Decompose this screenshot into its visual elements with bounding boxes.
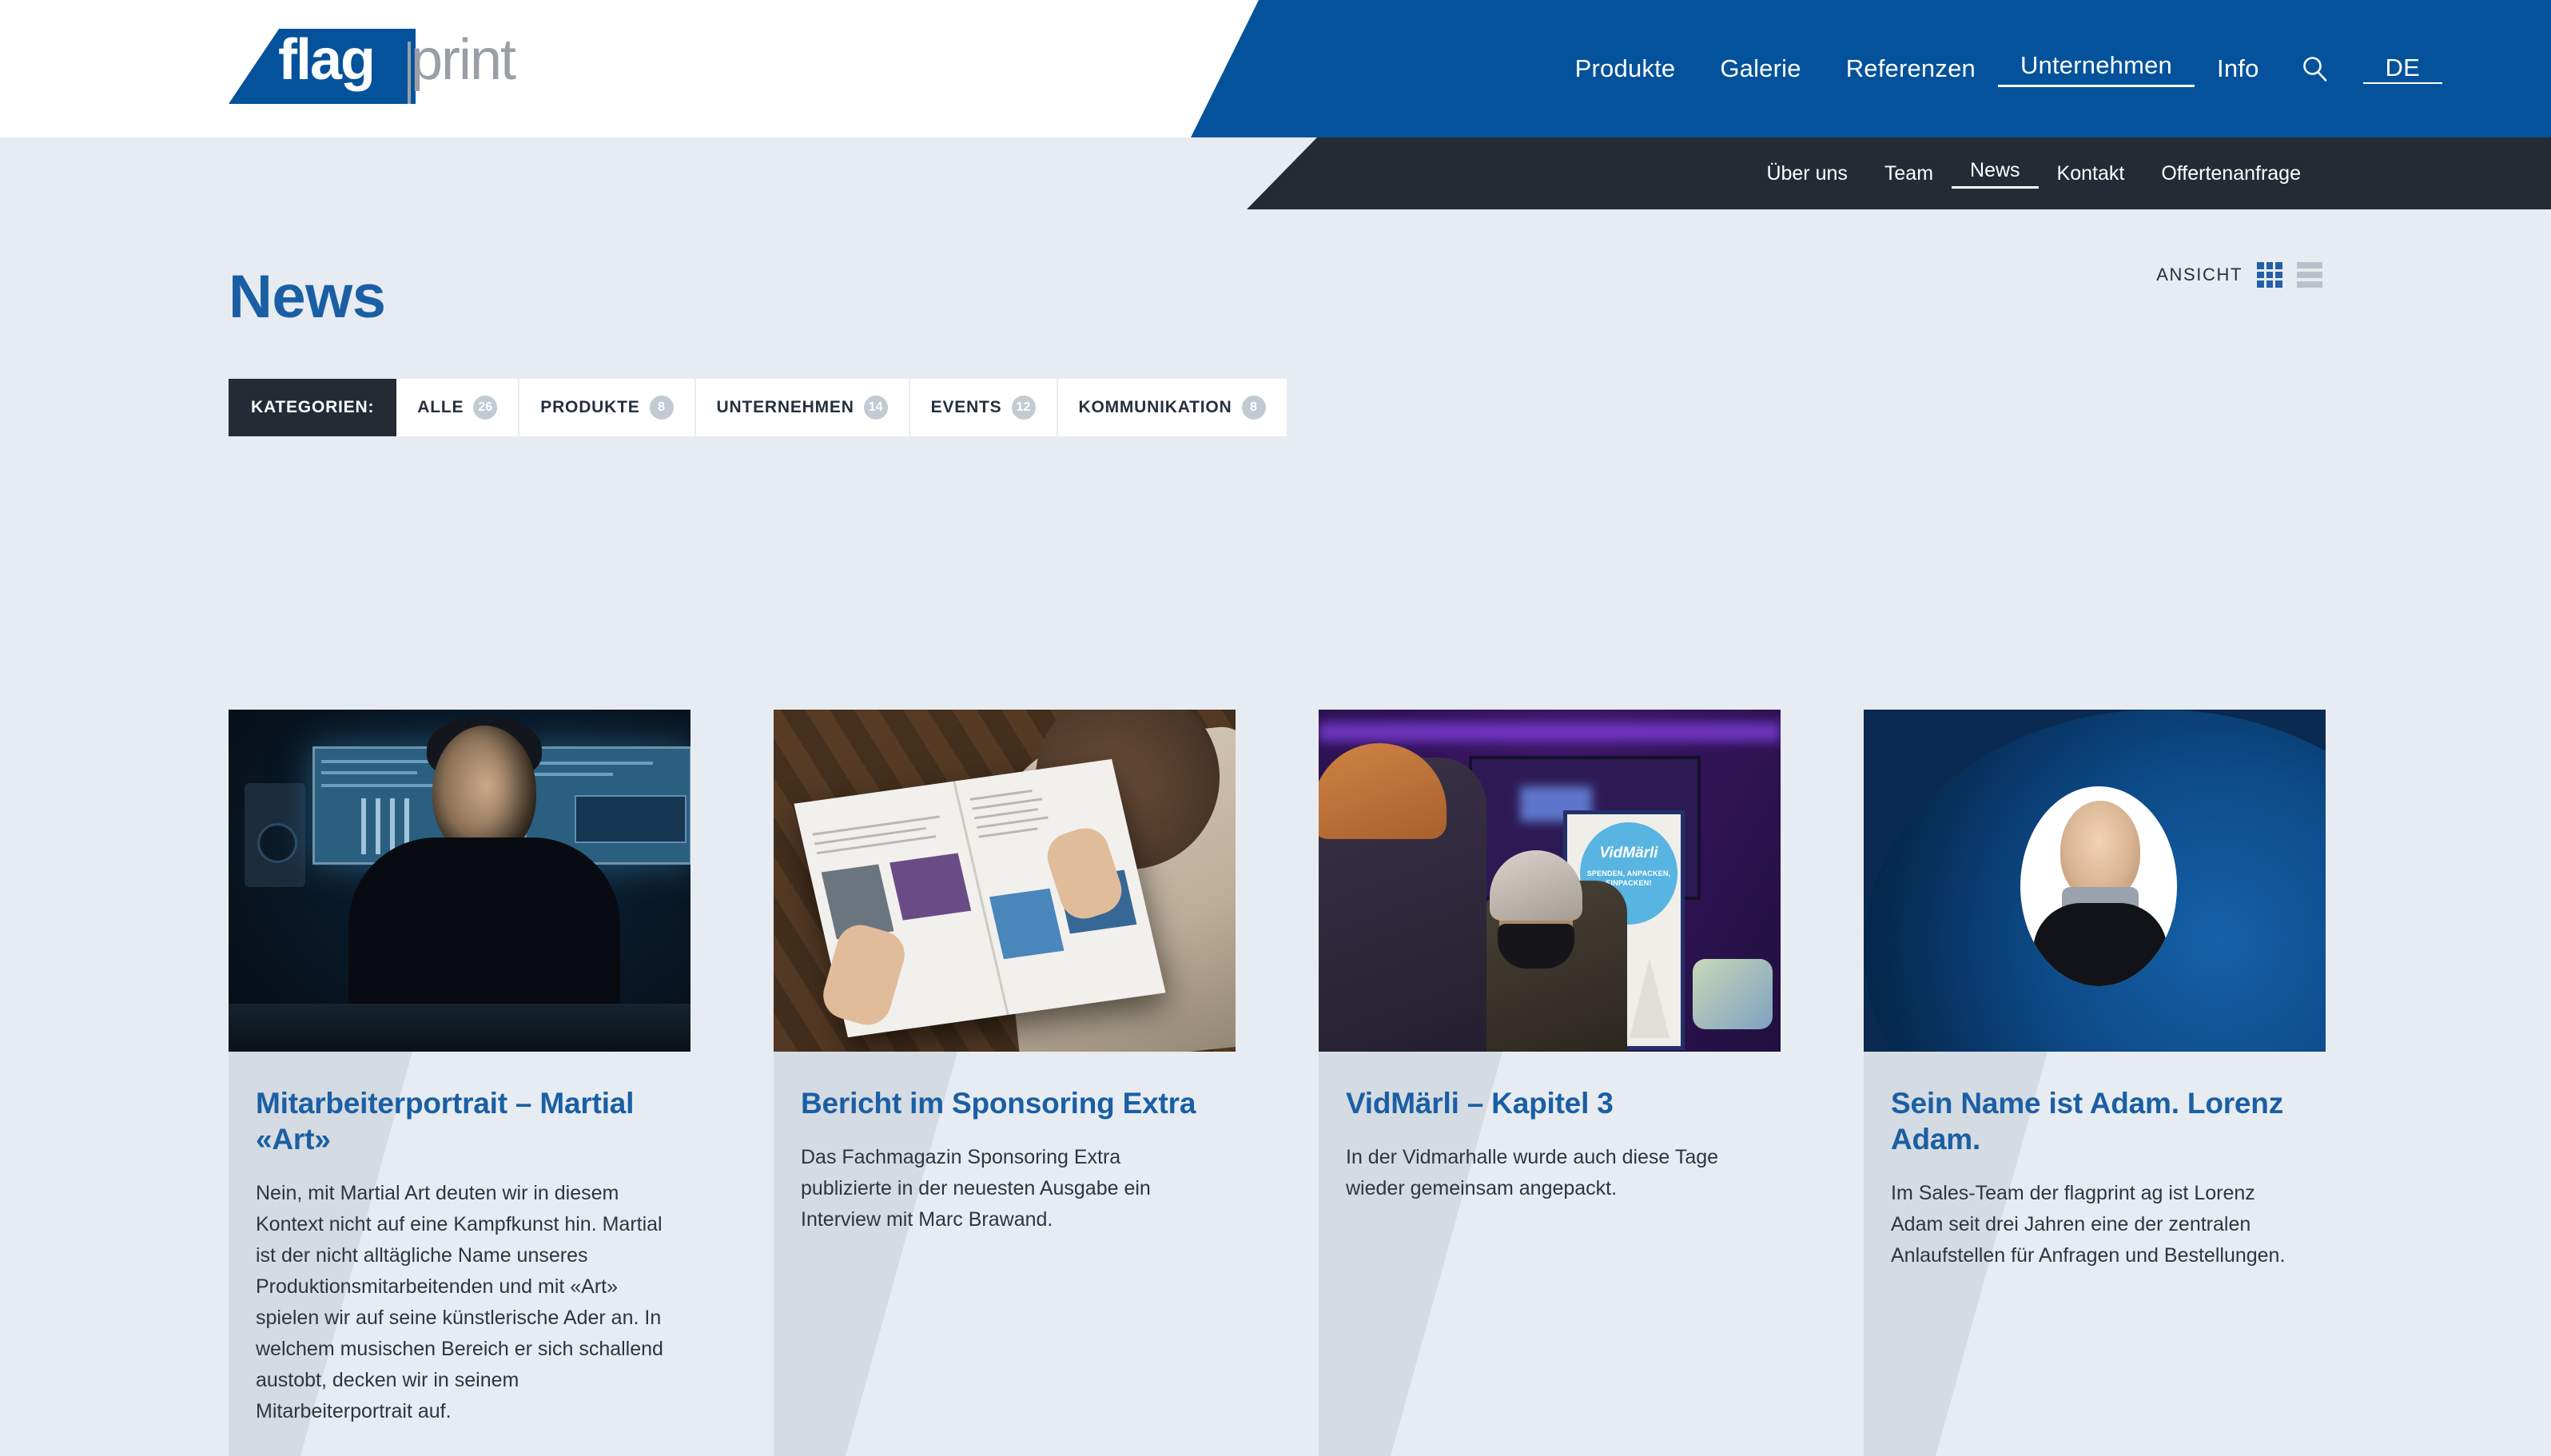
subnav-item-offertenanfrage[interactable]: Offertenanfrage [2143,162,2319,185]
logo-flag-text: flag [278,28,376,92]
news-card-title[interactable]: Bericht im Sponsoring Extra [801,1085,1208,1121]
news-card-content: Mitarbeiterportrait – Martial «Art» Nein… [229,1052,690,1456]
search-icon[interactable] [2282,55,2347,82]
category-name: PRODUKTE [540,398,640,416]
news-card-content: Bericht im Sponsoring Extra Das Fachmaga… [774,1052,1236,1271]
news-card-text: Im Sales-Team der flagprint ag ist Loren… [1891,1182,2286,1267]
category-count-badge: 26 [473,396,498,420]
view-toggle-label: ANSICHT [2156,265,2243,284]
news-card[interactable]: Sein Name ist Adam. Lorenz Adam. Im Sale… [1864,710,2326,1456]
category-count-badge: 14 [863,396,888,420]
category-filter-unternehmen[interactable]: UNTERNEHMEN 14 [695,379,910,436]
category-filter-alle[interactable]: ALLE 26 [396,379,520,436]
news-card-image[interactable]: VidMärli SPENDEN, ANPACKEN, EINPACKEN! [1319,710,1781,1052]
bond-gun-barrel-portrait-photo [1864,710,2326,1052]
subnav-item-news[interactable]: News [1952,159,2039,189]
news-card-image[interactable] [774,710,1236,1052]
category-name: UNTERNEHMEN [716,398,854,416]
category-filter-bar: KATEGORIEN: ALLE 26 PRODUKTE 8 UNTERNEHM… [229,379,1287,436]
category-name: KOMMUNIKATION [1078,398,1232,416]
news-card-title[interactable]: Sein Name ist Adam. Lorenz Adam. [1891,1085,2298,1157]
man-in-music-studio-photo [229,710,690,1052]
category-filter-events[interactable]: EVENTS 12 [909,379,1058,436]
news-card-image[interactable] [1864,710,2326,1052]
news-card-title[interactable]: Mitarbeiterportrait – Martial «Art» [256,1085,663,1157]
news-card[interactable]: Bericht im Sponsoring Extra Das Fachmaga… [774,710,1236,1456]
category-count-badge: 8 [649,396,674,420]
news-card-content: VidMärli – Kapitel 3 In der Vidmarhalle … [1319,1052,1781,1239]
page-header-row: News ANSICHT [0,209,2551,337]
site-logo[interactable]: flag print [229,28,516,104]
news-card[interactable]: VidMärli SPENDEN, ANPACKEN, EINPACKEN! V… [1319,710,1781,1456]
category-count-badge: 8 [1241,396,1266,420]
news-card-grid: Mitarbeiterportrait – Martial «Art» Nein… [229,710,2326,1456]
news-card-text: Nein, mit Martial Art deuten wir in dies… [256,1182,663,1423]
nav-item-unternehmen[interactable]: Unternehmen [1997,51,2195,87]
language-switch-de[interactable]: DE [2362,54,2442,84]
view-toggle: ANSICHT [2156,262,2322,288]
sub-navigation-bar: Über uns Team News Kontakt Offertenanfra… [0,137,2551,209]
news-card-image[interactable] [229,710,690,1052]
news-card-content: Sein Name ist Adam. Lorenz Adam. Im Sale… [1864,1052,2326,1307]
nav-item-galerie[interactable]: Galerie [1697,54,1823,83]
category-name: EVENTS [930,398,1002,416]
subnav-item-ueber-uns[interactable]: Über uns [1748,162,1865,185]
nav-item-produkte[interactable]: Produkte [1553,54,1698,83]
person-reading-magazine-photo [774,710,1236,1052]
news-card[interactable]: Mitarbeiterportrait – Martial «Art» Nein… [229,710,690,1456]
nav-item-referenzen[interactable]: Referenzen [1824,54,1998,83]
category-count-badge: 12 [1011,396,1036,420]
subnav-item-team[interactable]: Team [1866,162,1952,185]
nav-item-info[interactable]: Info [2195,54,2282,83]
site-header: flag print Produkte Galerie Referenzen U… [0,0,2551,137]
vidmaerli-sign-title: VidMärli [1599,845,1658,861]
news-card-text: Das Fachmagazin Sponsoring Extra publizi… [801,1146,1151,1231]
vidmaerli-event-booth-photo: VidMärli SPENDEN, ANPACKEN, EINPACKEN! [1319,710,1781,1052]
main-navigation: Produkte Galerie Referenzen Unternehmen … [1553,0,2442,137]
list-view-icon[interactable] [2297,262,2322,288]
logo-print-text: print [411,28,516,92]
page-content: News ANSICHT KATEGORIEN: ALLE 26 PRODUKT… [0,209,2551,1456]
news-card-title[interactable]: VidMärli – Kapitel 3 [1346,1085,1753,1121]
sub-navigation: Über uns Team News Kontakt Offertenanfra… [1748,137,2319,209]
category-filter-label: KATEGORIEN: [229,379,397,436]
page-title: News [229,263,386,331]
news-card-text: In der Vidmarhalle wurde auch diese Tage… [1346,1146,1719,1200]
category-filter-kommunikation[interactable]: KOMMUNIKATION 8 [1057,379,1287,436]
subnav-item-kontakt[interactable]: Kontakt [2039,162,2143,185]
grid-view-icon[interactable] [2257,262,2282,288]
category-filter-produkte[interactable]: PRODUKTE 8 [519,379,696,436]
category-name: ALLE [417,398,464,416]
